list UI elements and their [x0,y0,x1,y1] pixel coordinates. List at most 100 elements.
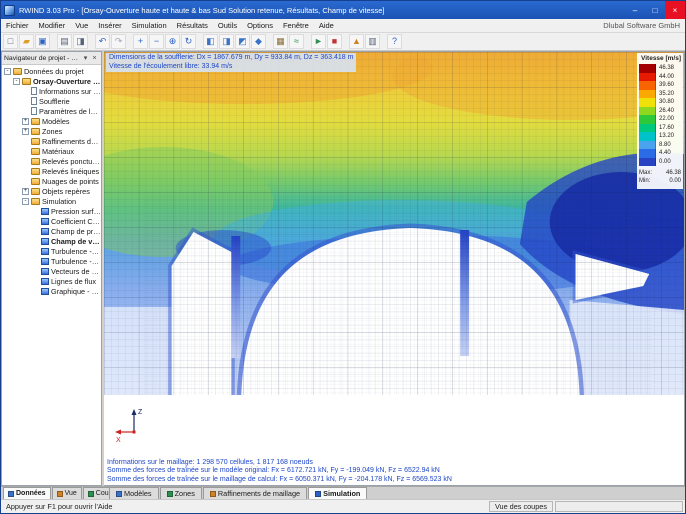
tree-item[interactable]: Matériaux [2,146,101,156]
tree-expander-icon[interactable] [22,138,29,145]
legend-entry: 39.60 [639,81,681,90]
menu-item[interactable]: Fenêtre [278,19,314,32]
tree-item[interactable]: - Données du projet [2,66,101,76]
panel-pin-icon[interactable]: ▾ [81,54,90,63]
tree-item[interactable]: Lignes de flux [2,276,101,286]
navigator-tab[interactable]: Données [3,487,51,499]
tree-item[interactable]: Turbulence - champ epsilon [2,256,101,266]
wind-profile-button[interactable]: ≈ [289,34,304,49]
panel-close-icon[interactable]: × [90,54,99,63]
menu-item[interactable]: Outils [213,19,242,32]
tree-item[interactable]: Turbulence - champ k [2,246,101,256]
tree-item[interactable]: Champ de vitesse [2,236,101,246]
mesh-button[interactable]: ▦ [273,34,288,49]
tree-item[interactable]: Pression surfacique [2,206,101,216]
legend-button[interactable]: ▥ [365,34,380,49]
tree-expander-icon[interactable] [22,108,29,115]
tree-item[interactable]: Coefficient Cp surfacique [2,216,101,226]
workspace-tab[interactable]: Modèles [109,487,159,499]
tree-item[interactable]: + Modèles [2,116,101,126]
menu-item[interactable]: Simulation [127,19,172,32]
tree-expander-icon[interactable] [32,218,39,225]
tree-expander-icon[interactable] [32,238,39,245]
tree-item[interactable]: + Zones [2,126,101,136]
rotate-view-button[interactable]: ↻ [181,34,196,49]
redo-button[interactable]: ↷ [111,34,126,49]
new-file-button[interactable]: □ [3,34,18,49]
tree-item[interactable]: + Objets repères [2,186,101,196]
cfd-velocity-field[interactable] [104,52,684,395]
zoom-out-button[interactable]: − [149,34,164,49]
tree-item[interactable]: Graphique - Résidus [2,286,101,296]
toolbar-icon: ↶ [99,37,107,46]
tree-expander-icon[interactable] [22,158,29,165]
tree-item[interactable]: Raffinements de maillage [2,136,101,146]
navigator-tab[interactable]: Vue [52,487,82,499]
tree-expander-icon[interactable]: - [4,68,11,75]
tree-expander-icon[interactable] [32,268,39,275]
view-side-button[interactable]: ◨ [219,34,234,49]
save-button[interactable]: ▣ [35,34,50,49]
tree-item-icon [31,128,40,135]
open-file-button[interactable]: ▰ [19,34,34,49]
legend-scale: 46.38 44.00 39.60 [639,64,681,166]
tree-expander-icon[interactable] [32,278,39,285]
tree-expander-icon[interactable]: - [22,198,29,205]
tree-item[interactable]: Soufflerie [2,96,101,106]
close-button[interactable]: × [665,1,685,19]
tree-item[interactable]: Relevés ponctuels [2,156,101,166]
tunnel-info-box: Dimensions de la soufflerie: Dx = 1867.6… [106,53,356,72]
tree-expander-icon[interactable] [32,248,39,255]
tree-expander-icon[interactable] [22,88,29,95]
tree-item-label: Champ de vitesse [51,237,101,246]
tree-expander-icon[interactable]: + [22,188,29,195]
legend-color-swatch [639,132,656,141]
menu-item[interactable]: Modifier [34,19,71,32]
tree-expander-icon[interactable]: + [22,118,29,125]
results-button[interactable]: ▲ [349,34,364,49]
tree-item[interactable]: - Orsay-Ouverture haute Nord et [2,76,101,86]
tree-item-icon [41,208,49,215]
tree-item[interactable]: Relevés linéiques [2,166,101,176]
tree-expander-icon[interactable] [22,98,29,105]
legend-color-swatch [639,73,656,82]
tree-expander-icon[interactable]: + [22,128,29,135]
toolbar-icon: ≈ [294,37,299,46]
tree-expander-icon[interactable] [22,148,29,155]
zoom-in-button[interactable]: + [133,34,148,49]
zoom-window-button[interactable]: ⊕ [165,34,180,49]
tree-item[interactable]: Vecteurs de vitesse [2,266,101,276]
tree-expander-icon[interactable] [32,208,39,215]
menu-item[interactable]: Fichier [1,19,34,32]
tree-item[interactable]: Champ de pression [2,226,101,236]
menu-item[interactable]: Aide [314,19,339,32]
tree-item[interactable]: - Simulation [2,196,101,206]
tree-expander-icon[interactable] [32,288,39,295]
view-top-button[interactable]: ◩ [235,34,250,49]
tree-expander-icon[interactable] [22,168,29,175]
view-iso-button[interactable]: ◆ [251,34,266,49]
menu-item[interactable]: Insérer [93,19,126,32]
menu-item[interactable]: Résultats [172,19,213,32]
tree-expander-icon[interactable] [32,228,39,235]
print-button[interactable]: ▤ [57,34,72,49]
menu-item[interactable]: Vue [70,19,93,32]
menu-item[interactable]: Options [242,19,278,32]
run-simulation-button[interactable]: ► [311,34,326,49]
tree-expander-icon[interactable] [22,178,29,185]
minimize-button[interactable]: – [625,1,645,19]
workspace-tab[interactable]: Zones [160,487,202,499]
undo-button[interactable]: ↶ [95,34,110,49]
tree-expander-icon[interactable]: - [13,78,20,85]
help-button[interactable]: ? [387,34,402,49]
workspace-tab[interactable]: Simulation [308,487,367,499]
tree-expander-icon[interactable] [32,258,39,265]
tree-item[interactable]: Paramètres de la simulation [2,106,101,116]
screenshot-button[interactable]: ◨ [73,34,88,49]
workspace-tab[interactable]: Raffinements de maillage [203,487,307,499]
maximize-button[interactable]: □ [645,1,665,19]
tree-item[interactable]: Nuages de points [2,176,101,186]
view-front-button[interactable]: ◧ [203,34,218,49]
tree-item[interactable]: Informations sur le projet [2,86,101,96]
stop-simulation-button[interactable]: ■ [327,34,342,49]
